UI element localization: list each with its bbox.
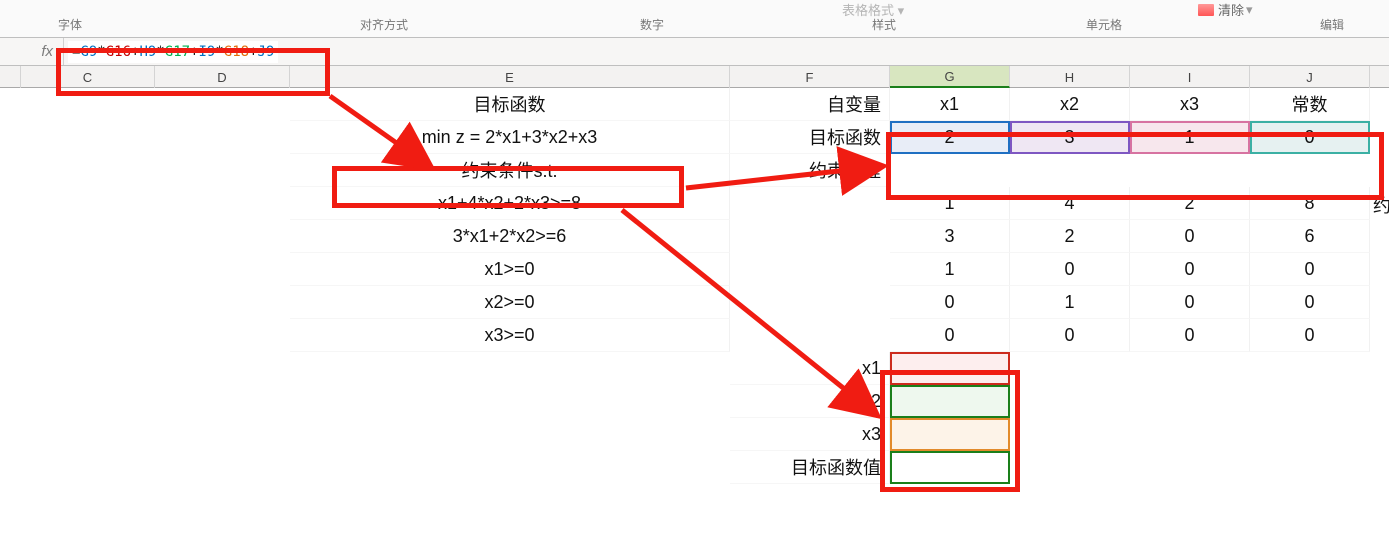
- cell[interactable]: 目标函数: [730, 121, 890, 154]
- formula-input[interactable]: =G9*G16+H9*G17+I9*G18+J9: [68, 41, 278, 63]
- cell[interactable]: 1: [890, 253, 1010, 286]
- col-header-C[interactable]: C: [20, 66, 155, 88]
- cell[interactable]: 2: [1130, 187, 1250, 220]
- cell[interactable]: x1: [890, 88, 1010, 121]
- col-header-J[interactable]: J: [1250, 66, 1370, 88]
- col-header-G[interactable]: G: [890, 66, 1010, 88]
- cell[interactable]: 8: [1250, 187, 1370, 220]
- cell[interactable]: 2: [890, 121, 1010, 154]
- ribbon-group-editing: 编辑: [1320, 16, 1344, 33]
- col-header-I[interactable]: I: [1130, 66, 1250, 88]
- cell[interactable]: 6: [1250, 220, 1370, 253]
- cell[interactable]: 3: [890, 220, 1010, 253]
- cell[interactable]: x3: [1130, 88, 1250, 121]
- cell[interactable]: 4: [1010, 187, 1130, 220]
- ribbon-group-alignment: 对齐方式: [360, 16, 408, 33]
- col-header-E[interactable]: E: [290, 66, 730, 88]
- cell[interactable]: [890, 385, 1010, 418]
- clear-dropdown[interactable]: 清除 ▾: [1198, 0, 1253, 19]
- col-header-F[interactable]: F: [730, 66, 890, 88]
- cell[interactable]: 0: [1130, 286, 1250, 319]
- cell[interactable]: 0: [1250, 253, 1370, 286]
- cell[interactable]: x1>=0: [290, 253, 730, 286]
- cell[interactable]: 0: [1010, 253, 1130, 286]
- worksheet[interactable]: C D E F G H I J 目标函数 自变量 x1 x2 x3 常数 min…: [0, 66, 1389, 551]
- cell-partial: 约: [1373, 192, 1389, 218]
- cell[interactable]: 0: [1250, 319, 1370, 352]
- cell[interactable]: x2>=0: [290, 286, 730, 319]
- column-headers: C D E F G H I J: [0, 66, 1389, 88]
- cell[interactable]: x3: [730, 418, 890, 451]
- cell-active[interactable]: [890, 451, 1010, 484]
- cell[interactable]: [890, 418, 1010, 451]
- cell[interactable]: 0: [1130, 220, 1250, 253]
- ribbon-group-font: 字体: [58, 16, 82, 33]
- cell[interactable]: 约束方程: [730, 154, 890, 187]
- cell[interactable]: 3*x1+2*x2>=6: [290, 220, 730, 253]
- formula-bar: fx =G9*G16+H9*G17+I9*G18+J9: [0, 38, 1389, 66]
- cell[interactable]: 0: [1250, 121, 1370, 154]
- eraser-icon: [1198, 4, 1214, 16]
- cell[interactable]: min z = 2*x1+3*x2+x3: [290, 121, 730, 154]
- cell[interactable]: 目标函数值: [730, 451, 890, 484]
- cell[interactable]: 0: [1130, 319, 1250, 352]
- cell[interactable]: x2: [730, 385, 890, 418]
- cell[interactable]: 0: [890, 319, 1010, 352]
- cell[interactable]: [890, 352, 1010, 385]
- cell[interactable]: 0: [890, 286, 1010, 319]
- cell[interactable]: 1: [890, 187, 1010, 220]
- cell[interactable]: 常数: [1250, 88, 1370, 121]
- cell[interactable]: 1: [1130, 121, 1250, 154]
- fx-icon[interactable]: fx: [0, 38, 64, 65]
- cell[interactable]: 目标函数: [290, 88, 730, 121]
- cell[interactable]: x1+4*x2+2*x3>=8: [290, 187, 730, 220]
- cell[interactable]: x1: [730, 352, 890, 385]
- cell[interactable]: x3>=0: [290, 319, 730, 352]
- col-header-D[interactable]: D: [155, 66, 290, 88]
- col-header-H[interactable]: H: [1010, 66, 1130, 88]
- cell[interactable]: 2: [1010, 220, 1130, 253]
- cell[interactable]: x2: [1010, 88, 1130, 121]
- ribbon-group-number: 数字: [640, 16, 664, 33]
- cell[interactable]: 0: [1130, 253, 1250, 286]
- cell[interactable]: 0: [1250, 286, 1370, 319]
- ribbon-group-styles: 样式: [872, 16, 896, 33]
- cell[interactable]: 自变量: [730, 88, 890, 121]
- cell[interactable]: 约束条件s.t.: [290, 154, 730, 187]
- ribbon-group-cells: 单元格: [1086, 16, 1122, 33]
- cell[interactable]: 1: [1010, 286, 1130, 319]
- ribbon-group-labels: 表格格式 ▾ 清除 ▾ 字体 对齐方式 数字 样式 单元格 编辑: [0, 0, 1389, 38]
- cell[interactable]: 0: [1010, 319, 1130, 352]
- cell[interactable]: 3: [1010, 121, 1130, 154]
